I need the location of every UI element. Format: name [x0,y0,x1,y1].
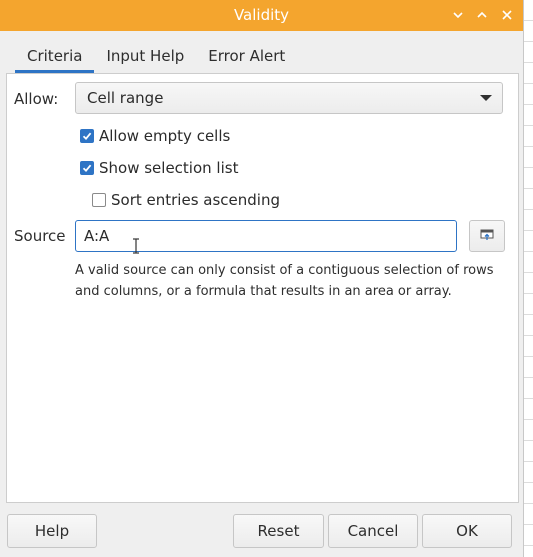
show-selection-list-label: Show selection list [99,159,239,177]
sort-entries-ascending-checkbox[interactable]: Sort entries ascending [92,190,280,210]
dropdown-arrow-icon [480,95,492,101]
checkmark-icon [80,161,94,175]
tab-input-help[interactable]: Input Help [94,41,196,72]
tab-bar: Criteria Input Help Error Alert [15,41,297,73]
source-hint-text: A valid source can only consist of a con… [75,263,494,299]
sort-entries-ascending-label: Sort entries ascending [111,191,280,209]
window-title: Validity [233,6,290,24]
chevron-up-icon[interactable] [472,5,492,25]
validity-dialog: Validity Criteria Input Help Error Alert… [0,0,524,557]
tab-error-alert[interactable]: Error Alert [196,41,297,72]
allow-empty-cells-label: Allow empty cells [99,127,231,145]
chevron-down-icon[interactable] [448,5,468,25]
checkmark-icon [80,129,94,143]
tab-criteria[interactable]: Criteria [15,41,95,73]
allow-label: Allow: [14,90,59,108]
text-cursor-icon [131,237,141,259]
spreadsheet-background [523,0,533,557]
source-label: Source [14,227,66,245]
cancel-button[interactable]: Cancel [328,514,418,548]
help-button[interactable]: Help [7,514,97,548]
allow-select-value: Cell range [87,89,164,107]
reset-button[interactable]: Reset [233,514,324,548]
shrink-icon [480,227,494,245]
ok-button[interactable]: OK [422,514,512,548]
shrink-dialog-button[interactable] [469,220,505,252]
title-bar[interactable]: Validity [0,0,523,31]
empty-checkbox-icon [92,193,106,207]
close-icon[interactable] [497,5,517,25]
allow-select[interactable]: Cell range [75,82,503,114]
show-selection-list-checkbox[interactable]: Show selection list [80,158,238,178]
source-input-value: A:A [84,227,110,245]
allow-empty-cells-checkbox[interactable]: Allow empty cells [80,126,230,146]
